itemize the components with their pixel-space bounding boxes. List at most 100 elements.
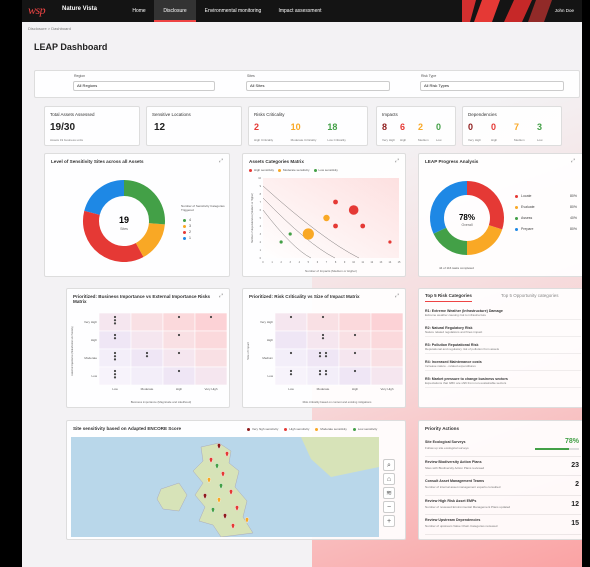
matrix-cell[interactable] [274,330,308,350]
risk-list-item[interactable]: R2: Natural Regulatory Risk Nature relate… [425,326,581,337]
risk-list-item[interactable]: R1: Extreme Weather (Infrastructure) Dam… [425,309,581,320]
matrix-cell[interactable] [194,312,228,332]
risk-dot[interactable] [113,369,117,373]
matrix-cell[interactable] [306,330,340,350]
risk-dot[interactable] [113,319,117,322]
matrix-cell[interactable] [98,366,132,386]
scatter-point[interactable] [333,223,338,229]
risk-dot[interactable] [209,315,213,319]
tab-top-opportunities[interactable]: Top 5 Opportunity categories [501,293,559,298]
risk-dot[interactable] [145,351,149,355]
risk-dot[interactable] [289,351,293,355]
nav-environmental-monitoring[interactable]: Environmental monitoring [198,0,268,22]
expand-icon[interactable]: ⤢ [219,158,223,164]
risk-dot[interactable] [324,355,328,358]
risk-dot[interactable] [113,333,117,337]
risk-dot[interactable] [113,355,117,358]
matrix-cell[interactable] [98,330,132,350]
expand-icon[interactable]: ⤢ [395,293,399,299]
risk-dot[interactable] [321,333,325,337]
expand-icon[interactable]: ⤢ [219,293,223,299]
risk-dot[interactable] [177,315,181,319]
breadcrumb[interactable]: Disclosure > Dashboard [28,26,71,31]
risk-dot[interactable] [113,351,117,355]
risk-type-select[interactable]: All Risk Types [420,81,564,91]
matrix-cell[interactable] [338,366,372,386]
matrix-cell[interactable] [162,312,196,332]
risk-dot[interactable] [353,369,357,373]
matrix-cell[interactable] [274,366,308,386]
donut-slice-evaluate[interactable] [466,224,503,255]
expand-icon[interactable]: ⤢ [395,158,399,164]
risk-dot[interactable] [324,351,328,355]
site-map[interactable] [71,437,379,537]
matrix-cell[interactable] [194,366,228,386]
risk-dot[interactable] [318,351,322,355]
risk-dot[interactable] [289,373,293,376]
risk-list-item[interactable]: R4: Increased Maintenance costs Increase … [425,360,581,371]
nav-disclosure[interactable]: Disclosure [154,0,196,22]
sites-select[interactable]: All Sites [246,81,390,91]
risk-dot[interactable] [318,355,322,358]
home-icon[interactable]: ⌂ [383,473,395,485]
action-item[interactable]: Consult Asset Management Teams Number of … [425,476,581,496]
scatter-point[interactable] [348,205,359,215]
zoom-out-icon[interactable]: − [383,501,395,513]
scatter-point[interactable] [333,199,338,205]
user-name[interactable]: John Doe [555,8,574,13]
risk-dot[interactable] [113,376,117,379]
matrix-cell[interactable] [370,330,404,350]
expand-icon[interactable]: ⤢ [571,158,575,164]
matrix-cell[interactable] [306,348,340,368]
scatter-point[interactable] [279,240,283,244]
matrix-cell[interactable] [162,330,196,350]
scatter-point[interactable] [360,223,366,229]
matrix-cell[interactable] [194,330,228,350]
scatter-point[interactable] [388,240,392,244]
risk-dot[interactable] [113,358,117,361]
matrix-cell[interactable] [274,348,308,368]
donut-slice-1[interactable] [84,180,125,216]
matrix-cell[interactable] [338,330,372,350]
matrix-cell[interactable] [162,366,196,386]
risk-dot[interactable] [318,369,322,373]
matrix-cell[interactable] [338,348,372,368]
risk-dot[interactable] [289,369,293,373]
donut-slice-3[interactable] [135,222,165,258]
donut-slice-assess[interactable] [433,227,468,255]
matrix-cell[interactable] [306,312,340,332]
matrix-cell[interactable] [370,366,404,386]
risk-dot[interactable] [324,373,328,376]
risk-dot[interactable] [113,337,117,340]
nav-impact-assessment[interactable]: Impact assessment [270,0,330,22]
risk-dot[interactable] [318,373,322,376]
risk-dot[interactable] [324,369,328,373]
risk-dot[interactable] [113,373,117,376]
matrix-cell[interactable] [370,348,404,368]
matrix-cell[interactable] [162,348,196,368]
risk-list-item[interactable]: R5: Market pressure to change business s… [425,377,581,388]
zoom-in-icon[interactable]: + [383,515,395,527]
risk-dot[interactable] [145,355,149,358]
risk-dot[interactable] [353,333,357,337]
risk-dot[interactable] [321,337,325,340]
action-item[interactable]: Review High Risk Asset EMPs Number of rev… [425,496,581,515]
risk-list-item[interactable]: R3: Pollution Reputational Risk Reputatio… [425,343,581,354]
risk-dot[interactable] [321,315,325,319]
donut-slice-2[interactable] [83,210,144,262]
matrix-cell[interactable] [306,366,340,386]
scatter-point[interactable] [288,232,292,236]
matrix-cell[interactable] [130,330,164,350]
layers-icon[interactable]: ≋ [383,487,395,499]
matrix-cell[interactable] [130,366,164,386]
risk-dot[interactable] [177,333,181,337]
matrix-cell[interactable] [130,348,164,368]
risk-dot[interactable] [177,369,181,373]
risk-dot[interactable] [177,351,181,355]
action-item[interactable]: Review Upstream Dependencies Number of up… [425,515,581,535]
scatter-point[interactable] [323,214,330,222]
matrix-cell[interactable] [194,348,228,368]
matrix-cell[interactable] [338,312,372,332]
action-item[interactable]: Site Ecological Surveys Follow up site ec… [425,437,581,457]
matrix-cell[interactable] [274,312,308,332]
